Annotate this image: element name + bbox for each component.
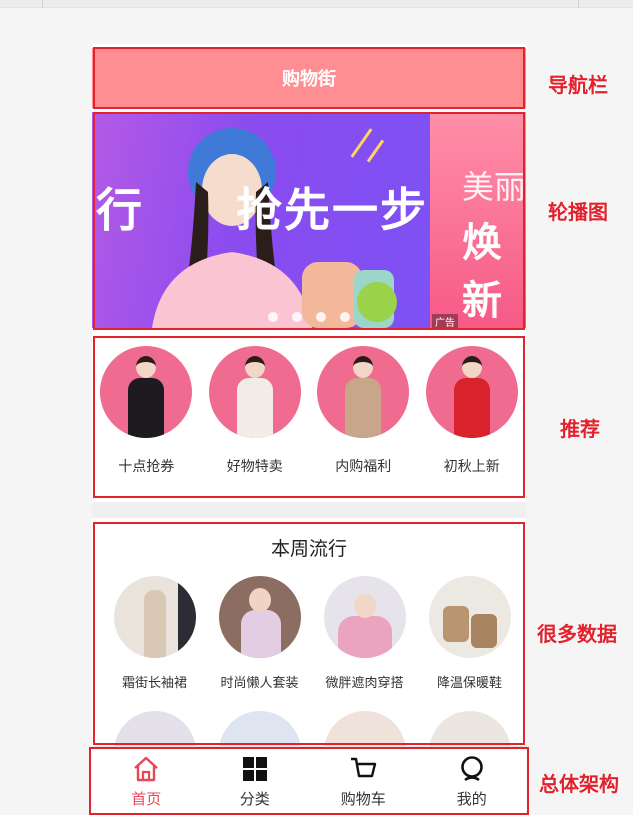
recommend-annotation-box (93, 336, 525, 498)
section-divider (92, 502, 526, 518)
annotation-recommend: 推荐 (560, 417, 600, 441)
architecture-annotation-box (89, 747, 529, 815)
navbar-annotation-box (93, 47, 525, 109)
annotation-data: 很多数据 (537, 622, 617, 646)
banner-annotation-box (93, 112, 525, 330)
data-annotation-box (93, 522, 525, 745)
annotation-architecture: 总体架构 (539, 772, 619, 796)
annotation-navbar: 导航栏 (548, 73, 608, 97)
annotation-banner: 轮播图 (548, 200, 608, 224)
browser-top-strip (0, 0, 633, 8)
